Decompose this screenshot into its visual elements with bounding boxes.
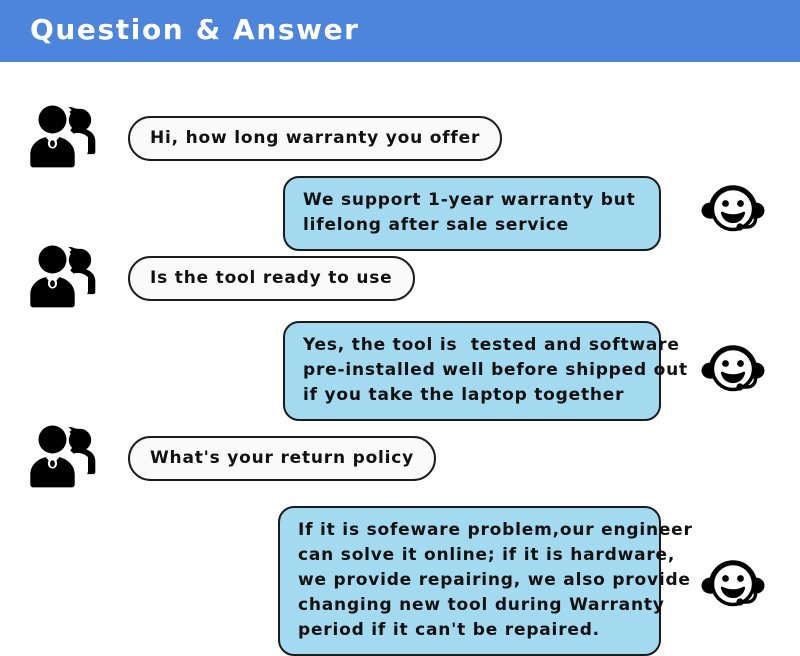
user-group-icon xyxy=(24,422,96,490)
user-group-icon xyxy=(24,102,96,170)
headset-smiley-icon xyxy=(694,557,772,619)
headset-smiley-icon xyxy=(694,342,772,404)
user-group-icon xyxy=(24,242,96,310)
page-title: Question & Answer xyxy=(30,13,360,46)
answer-bubble: Yes, the tool is tested and software pre… xyxy=(283,321,687,421)
answer-bubble: If it is sofeware problem,our engineer c… xyxy=(278,506,692,656)
question-bubble: Is the tool ready to use xyxy=(128,256,415,301)
question-bubble: Hi, how long warranty you offer xyxy=(128,116,503,161)
page-header: Question & Answer xyxy=(0,0,800,62)
answer-bubble: We support 1-year warranty but lifelong … xyxy=(283,176,661,251)
qa-conversation: Hi, how long warranty you offer We suppo… xyxy=(0,62,800,656)
headset-smiley-icon xyxy=(694,182,772,244)
question-bubble: What's your return policy xyxy=(128,436,437,481)
